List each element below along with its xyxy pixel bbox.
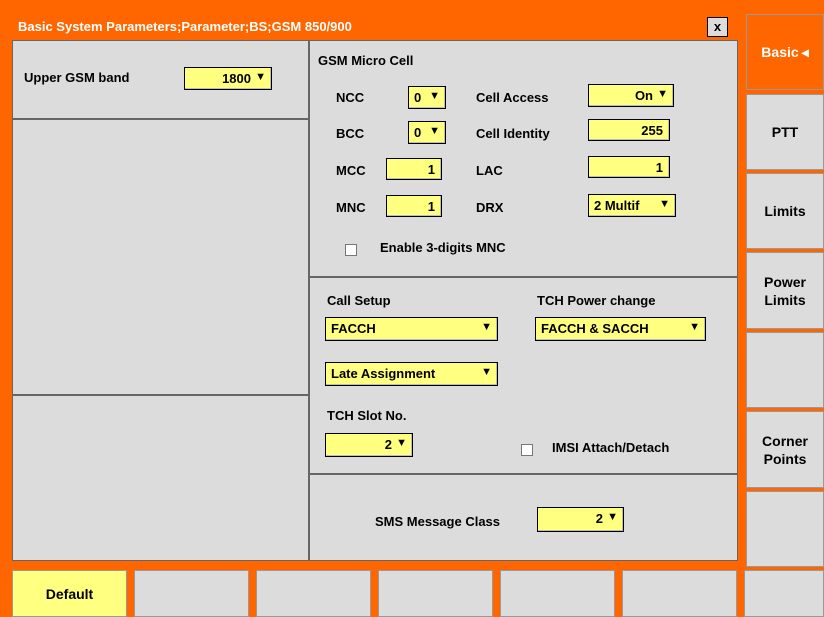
default-button-label: Default xyxy=(45,585,94,602)
tab-power-limits[interactable]: Power Limits xyxy=(746,252,824,329)
left-empty-panel-1 xyxy=(12,119,309,395)
softkey-6[interactable] xyxy=(622,570,737,617)
upper-band-dropdown[interactable]: 1800 ▼ xyxy=(184,67,272,90)
tab-limits[interactable]: Limits xyxy=(746,173,824,249)
tch-slot-label: TCH Slot No. xyxy=(327,408,407,423)
softkey-4[interactable] xyxy=(378,570,493,617)
down-arrow-icon: ▼ xyxy=(607,511,618,523)
tch-power-value: FACCH & SACCH xyxy=(541,321,649,336)
softkey-3[interactable] xyxy=(256,570,371,617)
down-arrow-icon: ▼ xyxy=(659,198,670,210)
sms-label: SMS Message Class xyxy=(375,514,501,529)
drx-value: 2 Multif xyxy=(594,198,640,213)
micro-cell-heading: GSM Micro Cell xyxy=(318,53,414,68)
mcc-input[interactable]: 1 xyxy=(386,158,442,180)
sms-panel xyxy=(309,474,738,561)
call-setup-label: Call Setup xyxy=(327,293,391,308)
ncc-dropdown[interactable]: 0 ▼ xyxy=(408,86,446,109)
down-arrow-icon: ▼ xyxy=(657,88,668,100)
enable-mnc-checkbox[interactable] xyxy=(345,244,357,256)
cell-identity-label: Cell Identity xyxy=(476,126,550,141)
tch-power-label: TCH Power change xyxy=(537,293,656,308)
left-empty-panel-2 xyxy=(12,395,309,561)
tch-power-dropdown[interactable]: FACCH & SACCH ▼ xyxy=(535,317,706,341)
cell-access-value: On xyxy=(634,88,653,103)
cell-access-label: Cell Access xyxy=(476,90,549,105)
call-setup-dropdown[interactable]: FACCH ▼ xyxy=(325,317,498,341)
call-setup-value: FACCH xyxy=(331,321,376,336)
softkey-5[interactable] xyxy=(500,570,615,617)
down-arrow-icon: ▼ xyxy=(481,321,492,333)
down-arrow-icon: ▼ xyxy=(429,90,440,102)
close-icon[interactable]: x xyxy=(707,17,728,37)
mcc-label: MCC xyxy=(336,163,366,178)
lac-input[interactable]: 1 xyxy=(588,156,670,178)
mnc-label: MNC xyxy=(336,200,366,215)
tab-empty-2[interactable] xyxy=(746,491,824,567)
enable-mnc-label: Enable 3-digits MNC xyxy=(380,240,506,255)
bcc-value: 0 xyxy=(414,125,422,140)
tab-corner-points[interactable]: Corner Points xyxy=(746,411,824,488)
ncc-value: 0 xyxy=(414,90,422,105)
drx-dropdown[interactable]: 2 Multif ▼ xyxy=(588,194,676,217)
tab-ptt[interactable]: PTT xyxy=(746,94,824,170)
down-arrow-icon: ▼ xyxy=(429,125,440,137)
lac-label: LAC xyxy=(476,163,503,178)
down-arrow-icon: ▼ xyxy=(396,437,407,449)
down-arrow-icon: ▼ xyxy=(255,71,266,83)
assignment-value: Late Assignment xyxy=(331,366,436,381)
upper-band-value: 1800 xyxy=(222,71,251,86)
assignment-dropdown[interactable]: Late Assignment ▼ xyxy=(325,362,498,386)
upper-band-label: Upper GSM band xyxy=(24,70,130,85)
tab-basic-label: Basic xyxy=(761,44,799,60)
imsi-label: IMSI Attach/Detach xyxy=(552,440,670,455)
tab-basic[interactable]: Basic ◂ xyxy=(746,14,824,90)
tch-slot-value: 2 xyxy=(384,437,392,452)
sms-value: 2 xyxy=(595,511,603,526)
tab-corner-points-label: Corner Points xyxy=(762,432,808,467)
ncc-label: NCC xyxy=(336,90,365,105)
bcc-dropdown[interactable]: 0 ▼ xyxy=(408,121,446,144)
tch-slot-dropdown[interactable]: 2 ▼ xyxy=(325,433,413,457)
softkey-7[interactable] xyxy=(744,570,824,617)
down-arrow-icon: ▼ xyxy=(689,321,700,333)
tab-ptt-label: PTT xyxy=(771,124,799,140)
window-title: Basic System Parameters;Parameter;BS;GSM… xyxy=(12,14,738,40)
down-arrow-icon: ▼ xyxy=(481,366,492,378)
tab-empty-1[interactable] xyxy=(746,332,824,408)
tab-power-limits-label: Power Limits xyxy=(763,273,806,308)
drx-label: DRX xyxy=(476,200,504,215)
imsi-checkbox[interactable] xyxy=(521,444,533,456)
cell-identity-input[interactable]: 255 xyxy=(588,119,670,141)
left-chevron-icon: ◂ xyxy=(801,44,809,60)
default-button[interactable]: Default xyxy=(12,570,127,617)
cell-access-dropdown[interactable]: On ▼ xyxy=(588,84,674,107)
mnc-input[interactable]: 1 xyxy=(386,195,442,217)
tab-limits-label: Limits xyxy=(764,203,806,219)
micro-cell-panel xyxy=(309,40,738,277)
sms-dropdown[interactable]: 2 ▼ xyxy=(537,507,624,532)
softkey-2[interactable] xyxy=(134,570,249,617)
bcc-label: BCC xyxy=(336,126,365,141)
